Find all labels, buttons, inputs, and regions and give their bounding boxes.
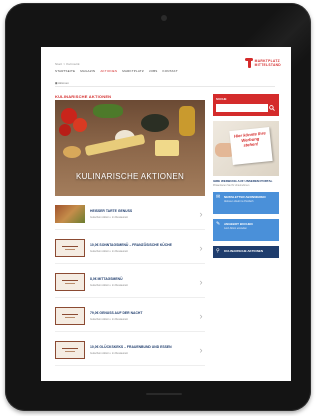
search-input[interactable] [216,104,268,112]
search-icon [269,105,275,111]
logo-icon [244,58,253,68]
offer-thumbnail [55,239,85,257]
offer-subtitle: Gutschein Aktion • im Restaurant [90,351,128,355]
offer-list: Heisser Tarte Genuss Gutschein Aktion • … [55,201,205,371]
ad-board-text: Hier könnte Ihre Werbung stehen! [233,130,266,148]
tomato-shape [73,118,87,132]
nav-item-jobs[interactable]: Jobs [149,69,158,73]
nav-item-magazin[interactable]: Magazin [80,69,95,73]
offer-subtitle: Gutschein Aktion • im Restaurant [90,249,128,253]
sub-navigation[interactable]: ◼ Aktionen [55,81,69,85]
ad-board: Hier könnte Ihre Werbung stehen! [229,127,273,165]
promo-title: Angebot buchen [224,222,253,226]
search-box: Suche [213,94,279,116]
promo-title: Kulinarische Aktionen [224,249,264,253]
list-item[interactable]: 79,0€ Genuss auf der Nacht Gutschein Akt… [55,303,205,332]
nav-item-kontakt[interactable]: Kontakt [163,69,178,73]
logo-line2: MITTELSTAND [254,63,281,67]
chevron-right-icon[interactable]: › [197,278,205,287]
offer-title: 79,0€ Genuss auf der Nacht [90,311,143,316]
cheese-shape [155,140,179,156]
search-label: Suche [216,97,227,101]
top-navigation: Startseite Magazin Aktionen Marktplatz J… [55,69,178,73]
olive-bowl-shape [141,114,169,132]
offer-subtitle: Gutschein Aktion • im Restaurant [90,317,128,321]
list-item[interactable]: 8,0€ Mittagsmenü Gutschein Aktion • im R… [55,269,205,298]
list-item[interactable]: Heisser Tarte Genuss Gutschein Aktion • … [55,201,205,230]
tablet-screen: Start > Kulinarik Startseite Magazin Akt… [41,47,291,381]
offer-title: 8,0€ Mittagsmenü [90,277,123,282]
home-indicator [146,393,182,395]
site-logo[interactable]: MARKTPLATZ MITTELSTAND [244,58,281,68]
hero-caption: Kulinarische Aktionen [75,172,185,181]
offer-thumbnail [55,341,85,359]
list-item[interactable]: 10,0€ Glückskeks – Frauenbund und Essen … [55,337,205,366]
hero-image[interactable]: Kulinarische Aktionen [55,100,205,196]
chevron-right-icon[interactable]: › [197,312,205,321]
fork-icon: ⚲ [216,248,220,254]
sidebar: Suche Hier könnte Ihre Werbung stehen! [213,94,279,258]
nav-item-marktplatz[interactable]: Marktplatz [122,69,144,73]
promo-newsletter[interactable]: ✉ Newsletter abonnieren Aktionen direkt … [213,192,279,214]
offer-thumbnail [55,307,85,325]
oil-bottle-shape [179,106,195,136]
promo-text: Jetzt Aktion einstellen [224,227,247,230]
offer-thumbnail [55,205,85,223]
promo-booking[interactable]: ✎ Angebot buchen Jetzt Aktion einstellen [213,219,279,241]
offer-title: 10,0€ Sonntagsmenü – französische Küche [90,243,172,248]
pencil-icon: ✎ [216,221,221,227]
nav-item-start[interactable]: Startseite [55,69,75,73]
herb-shape [93,104,123,118]
chevron-right-icon[interactable]: › [197,346,205,355]
ad-caption[interactable]: Ihre Werbung auf unserem Portal [213,179,279,183]
offer-subtitle: Gutschein Aktion • im Restaurant [90,283,128,287]
offer-title: 10,0€ Glückskeks – Frauenbund und Essen [90,345,172,350]
envelope-icon: ✉ [216,194,221,200]
spice-shape [63,146,81,158]
tablet-frame: Start > Kulinarik Startseite Magazin Akt… [5,3,316,411]
tomato-shape [59,124,71,136]
list-item[interactable]: 10,0€ Sonntagsmenü – französische Küche … [55,235,205,264]
promo-culinary[interactable]: ⚲ Kulinarische Aktionen [213,246,279,258]
nav-item-aktionen[interactable]: Aktionen [100,69,117,73]
promo-title: Newsletter abonnieren [224,195,266,199]
chevron-right-icon[interactable]: › [197,244,205,253]
search-button[interactable] [268,104,276,112]
header-divider [55,86,275,87]
offer-title: Heisser Tarte Genuss [90,209,133,214]
offer-subtitle: Gutschein Aktion • im Restaurant [90,215,128,219]
offer-thumbnail [55,273,85,291]
promo-text: Aktionen direkt ins Postfach [224,200,254,203]
advertising-banner[interactable]: Hier könnte Ihre Werbung stehen! [213,121,279,176]
breadcrumb[interactable]: Start > Kulinarik [55,62,80,66]
front-camera [161,15,167,21]
section-title: Kulinarische Aktionen [55,94,112,99]
ad-description: Präsentieren Sie Ihr Unternehmen [213,184,250,187]
chevron-right-icon[interactable]: › [197,210,205,219]
